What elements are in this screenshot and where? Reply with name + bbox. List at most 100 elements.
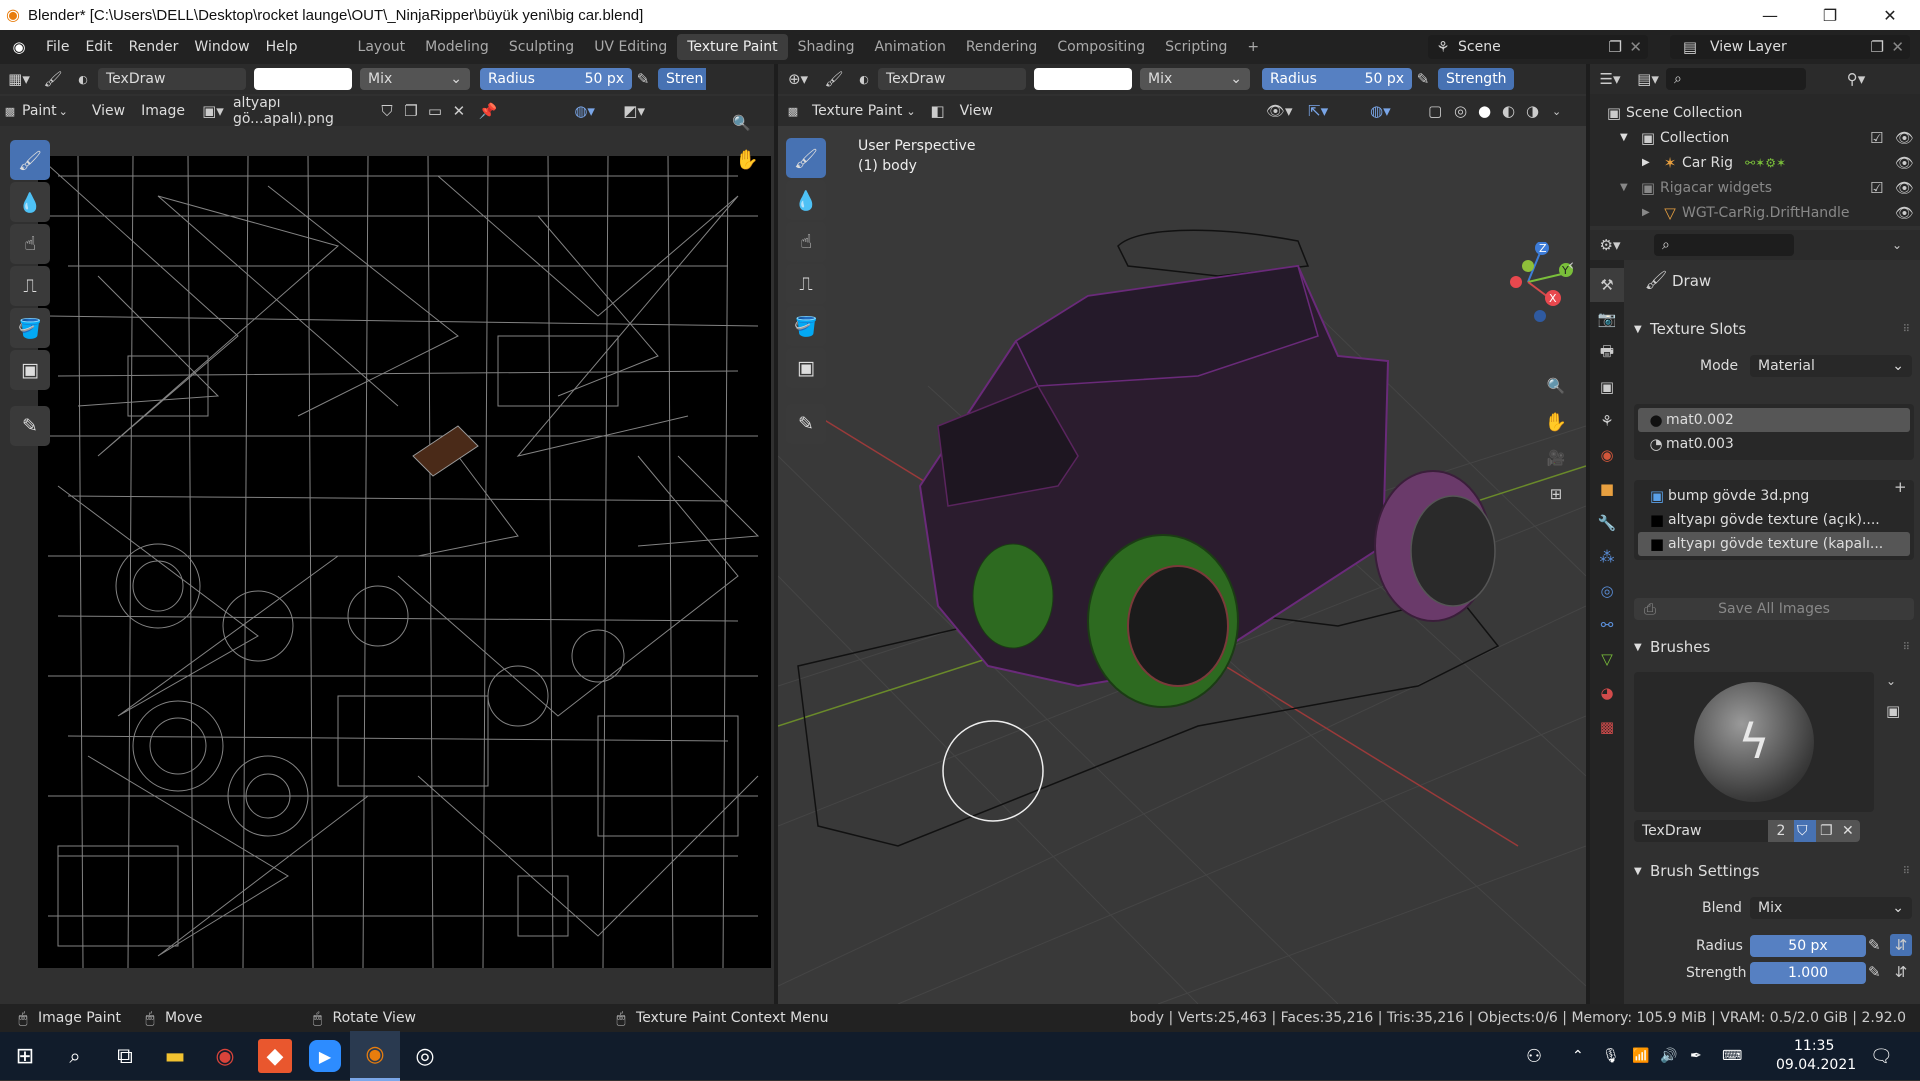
particles-tab-icon[interactable]: ⁂ xyxy=(1590,540,1624,574)
material-shading-icon[interactable]: ◐ xyxy=(1502,102,1515,120)
camera-view-icon[interactable]: 🎥 xyxy=(1540,442,1572,474)
outliner-scene-collection[interactable]: ▣ Scene Collection xyxy=(1590,100,1920,125)
filter-icon[interactable]: ⚲▾ xyxy=(1836,70,1876,88)
zoom-viewport-icon[interactable] xyxy=(1536,246,1572,282)
minimize-button[interactable]: — xyxy=(1740,0,1800,30)
duplicate-brush-icon[interactable]: ❐ xyxy=(1816,820,1838,842)
save-all-images-button[interactable]: ⎙ Save All Images xyxy=(1634,598,1914,620)
file-explorer-icon[interactable]: ▬ xyxy=(150,1031,200,1081)
texture-slot-kapali[interactable]: ■ altyapı gövde texture (kapalı... xyxy=(1638,532,1910,556)
viewport-blend-dropdown[interactable]: Mix ⌄ xyxy=(1140,68,1250,90)
viewport-view-menu[interactable]: View xyxy=(952,103,1001,119)
collapse-arrow-icon[interactable]: ▼ xyxy=(1634,642,1650,653)
maximize-button[interactable]: ❐ xyxy=(1800,0,1860,30)
soften-tool-icon[interactable]: 💧 xyxy=(786,180,826,220)
scene-selector[interactable]: ⚘ Scene ❐ ✕ xyxy=(1428,35,1648,59)
tab-compositing[interactable]: Compositing xyxy=(1047,34,1155,60)
material-slot-mat0-003[interactable]: ◔ mat0.003 xyxy=(1638,432,1910,456)
gizmo-toggle-icon[interactable]: ⇱▾ xyxy=(1308,102,1328,120)
eye-icon[interactable]: 👁 xyxy=(1895,129,1914,147)
keyboard-icon[interactable]: ⌨ xyxy=(1722,1048,1742,1064)
clock-time[interactable]: 11:35 xyxy=(1794,1038,1834,1054)
outliner-row-wgt-drift[interactable]: ▶ ▽ WGT-CarRig.DriftHandle 👁 xyxy=(1590,200,1920,225)
view-layer-selector[interactable]: ▤ View Layer ❐ ✕ xyxy=(1670,35,1910,59)
smear-tool-icon[interactable]: ☝ xyxy=(786,222,826,262)
strength-pressure-icon[interactable]: ✎ xyxy=(1868,963,1881,981)
object-tab-icon[interactable]: ■ xyxy=(1590,472,1624,506)
paint-mode-dropdown[interactable]: Paint xyxy=(20,103,59,119)
copy-view-layer-icon[interactable]: ❐ xyxy=(1871,38,1884,56)
output-tab-icon[interactable]: 🖶 xyxy=(1590,336,1624,370)
brush-preview-icon[interactable]: ◐ xyxy=(850,73,878,86)
brush-name-field[interactable]: TexDraw xyxy=(98,68,246,90)
strength-slider[interactable]: Stren xyxy=(658,68,706,90)
editor-type-icon[interactable]: ⚙▾ xyxy=(1590,236,1630,254)
annotate-tool-icon[interactable]: ✎ xyxy=(10,406,50,446)
notifications-icon[interactable]: 🗨 xyxy=(1870,1046,1893,1067)
modifier-tab-icon[interactable]: 🔧 xyxy=(1590,506,1624,540)
overlays-icon[interactable]: ◍▾ xyxy=(505,102,595,120)
checkbox-icon[interactable]: ☑ xyxy=(1870,179,1883,197)
blender-menu-icon[interactable]: ◉ xyxy=(0,38,38,56)
people-icon[interactable]: ⚇ xyxy=(1526,1046,1542,1067)
image-editor-canvas[interactable]: 🔍 ✋ xyxy=(0,114,774,1004)
tab-scripting[interactable]: Scripting xyxy=(1155,34,1237,60)
tab-modeling[interactable]: Modeling xyxy=(415,34,499,60)
overlays-toggle-icon[interactable]: ◍▾ xyxy=(1370,102,1391,120)
brush-name-field[interactable]: TexDraw xyxy=(1634,820,1768,842)
solid-shading-icon[interactable]: ● xyxy=(1478,102,1491,120)
ortho-grid-icon[interactable]: ⊞ xyxy=(1540,478,1572,510)
radius-pressure-icon[interactable]: ✎ xyxy=(1868,936,1881,954)
expand-arrow-icon[interactable]: ▶ xyxy=(1642,157,1658,168)
eye-icon[interactable]: 👁 xyxy=(1895,154,1914,172)
windows-start-icon[interactable]: ⊞ xyxy=(0,1031,50,1081)
brush-image-icon[interactable]: ▣ xyxy=(1886,702,1900,720)
tab-uv-editing[interactable]: UV Editing xyxy=(584,34,677,60)
drag-handle-icon[interactable]: ⠿ xyxy=(1903,866,1910,877)
menu-window[interactable]: Window xyxy=(186,39,257,55)
physics-tab-icon[interactable]: ◎ xyxy=(1590,574,1624,608)
tab-sculpting[interactable]: Sculpting xyxy=(499,34,584,60)
viewport-radius-slider[interactable]: Radius 50 px xyxy=(1262,68,1412,90)
mask-tool-icon[interactable]: ▣ xyxy=(10,350,50,390)
collapse-arrow-icon[interactable]: ▼ xyxy=(1634,866,1650,877)
view-layer-tab-icon[interactable]: ▣ xyxy=(1590,370,1624,404)
viewport-brush-name-field[interactable]: TexDraw xyxy=(878,68,1026,90)
brush-preview[interactable]: ϟ xyxy=(1634,672,1874,812)
expand-arrow-icon[interactable]: ▼ xyxy=(1620,182,1636,193)
scene-tab-icon[interactable]: ⚘ xyxy=(1590,404,1624,438)
editor-type-icon[interactable]: ☰▾ xyxy=(1590,70,1630,88)
checkbox-icon[interactable]: ☑ xyxy=(1870,129,1883,147)
task-view-icon[interactable]: ⧉ xyxy=(100,1031,150,1081)
menu-help[interactable]: Help xyxy=(258,39,306,55)
fill-tool-icon[interactable]: 🪣 xyxy=(10,308,50,348)
network-icon[interactable]: 📶 xyxy=(1632,1048,1649,1064)
git-app-icon[interactable]: ◆ xyxy=(258,1039,292,1073)
app-taskbar-icon[interactable]: ◎ xyxy=(400,1031,450,1081)
editor-type-icon[interactable]: ⊕▾ xyxy=(778,70,818,88)
image-browse-icon[interactable]: ▣▾ xyxy=(193,102,233,120)
brush-strength-slider[interactable]: 1.000 xyxy=(1750,962,1866,984)
tab-rendering[interactable]: Rendering xyxy=(956,34,1048,60)
outliner-row-car-rig[interactable]: ▶ ✶ Car Rig ⚯✶⚙✶ 👁 xyxy=(1590,150,1920,175)
clone-tool-icon[interactable]: ⎍ xyxy=(10,266,50,306)
display-mode-icon[interactable]: ▤▾ xyxy=(1630,70,1666,88)
outliner-row-rigacar-widgets[interactable]: ▼ ▣ Rigacar widgets ☑ 👁 xyxy=(1590,175,1920,200)
color-swatch[interactable] xyxy=(254,68,352,90)
eye-icon[interactable]: 👁 xyxy=(1895,179,1914,197)
strength-unit-icon[interactable]: ⇵ xyxy=(1890,961,1912,983)
zoom-app-icon[interactable]: ▶ xyxy=(300,1031,350,1081)
view-menu[interactable]: View xyxy=(84,103,133,119)
blend-dropdown[interactable]: Mix ⌄ xyxy=(360,68,470,90)
search-icon[interactable]: ⌕ xyxy=(50,1031,100,1081)
draw-tool-icon[interactable]: 🖌 xyxy=(786,138,826,178)
tab-animation[interactable]: Animation xyxy=(864,34,955,60)
brushes-panel-header[interactable]: ▼ Brushes ⠿ xyxy=(1634,638,1914,656)
outliner-search-field[interactable]: ⌕ xyxy=(1666,68,1806,90)
menu-render[interactable]: Render xyxy=(121,39,187,55)
tab-layout[interactable]: Layout xyxy=(348,34,416,60)
remove-scene-icon[interactable]: ✕ xyxy=(1629,38,1642,56)
drag-handle-icon[interactable]: ⠿ xyxy=(1903,324,1910,335)
brush-users-count[interactable]: 2 xyxy=(1768,820,1794,842)
render-tab-icon[interactable]: 📷 xyxy=(1590,302,1624,336)
